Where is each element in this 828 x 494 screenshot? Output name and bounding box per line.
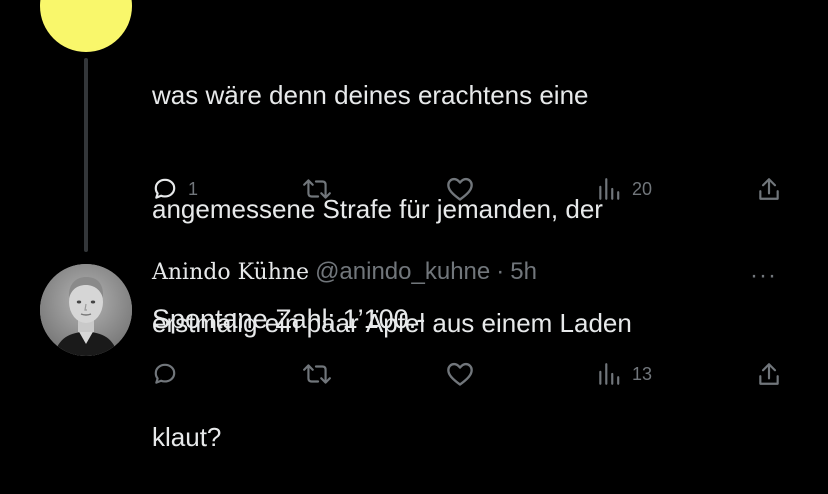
parent-share-button[interactable] <box>756 176 782 202</box>
parent-like-button[interactable] <box>446 176 484 202</box>
reply-display-name[interactable]: Anindo Kühne <box>152 260 309 285</box>
parent-avatar[interactable] <box>40 0 132 52</box>
parent-tweet-text: was wäre denn deines erachtens eine ange… <box>152 0 792 494</box>
avatar-portrait <box>40 264 132 356</box>
reply-reply-button[interactable] <box>152 361 188 387</box>
parent-tweet-line-1: was wäre denn deines erachtens eine <box>152 80 589 110</box>
parent-reply-count: 1 <box>188 178 199 199</box>
like-icon <box>447 362 473 386</box>
reply-icon <box>154 363 176 384</box>
reply-action-bar: 13 <box>152 357 792 391</box>
more-icon[interactable]: ··· <box>750 262 777 290</box>
reply-views-count: 13 <box>632 363 653 384</box>
share-icon <box>759 178 779 200</box>
retweet-icon <box>303 364 331 384</box>
reply-timestamp[interactable]: 5h <box>510 258 537 286</box>
parent-tweet-line-4: klaut? <box>152 422 222 452</box>
header-separator: · <box>496 258 505 285</box>
reply-share-button[interactable] <box>756 361 782 387</box>
reply-handle[interactable]: @anindo_kuhne <box>315 258 490 286</box>
retweet-icon <box>303 179 331 199</box>
parent-views-count: 20 <box>632 178 653 199</box>
views-icon <box>599 363 620 385</box>
reply-like-button[interactable] <box>446 361 484 387</box>
thread-connector-line <box>84 58 88 252</box>
views-icon <box>599 178 620 200</box>
reply-tweet-text: Spontane Zahl: 1’100.- <box>152 304 426 334</box>
reply-header: Anindo Kühne @anindo_kuhne · 5h <box>152 258 772 286</box>
parent-views-button[interactable]: 20 <box>596 176 652 202</box>
reply-icon <box>154 178 176 199</box>
reply-retweet-button[interactable] <box>302 361 342 387</box>
parent-retweet-button[interactable] <box>302 176 342 202</box>
like-icon <box>447 177 473 201</box>
reply-author-avatar[interactable] <box>40 264 132 356</box>
parent-action-bar: 1 20 <box>152 172 792 206</box>
parent-reply-button[interactable]: 1 <box>152 176 198 202</box>
reply-views-button[interactable]: 13 <box>596 361 652 387</box>
share-icon <box>759 363 779 385</box>
